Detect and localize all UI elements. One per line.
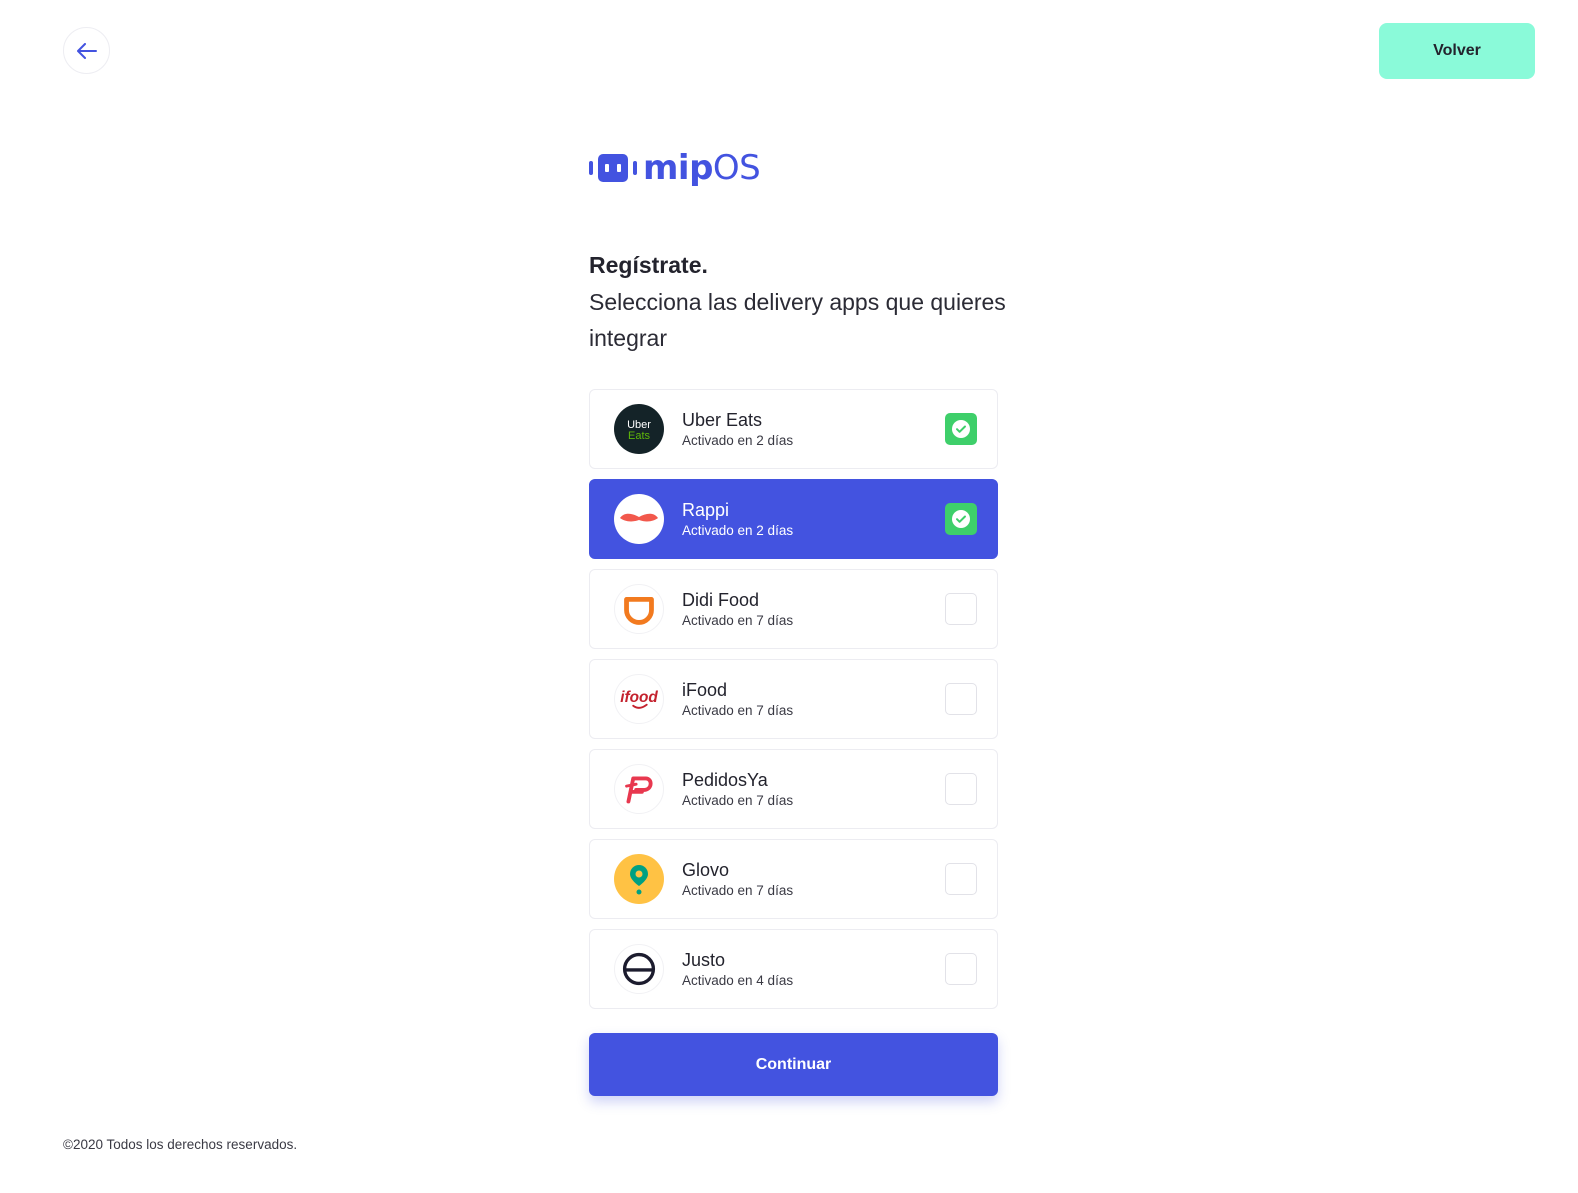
check-circle-icon	[952, 510, 970, 528]
app-card-rappi[interactable]: Rappi Activado en 2 días	[589, 479, 998, 559]
glovo-logo	[614, 854, 664, 904]
app-name: Uber Eats	[682, 409, 763, 430]
app-activation: Activado en 4 días	[682, 972, 794, 988]
app-activation: Activado en 7 días	[682, 702, 794, 718]
checkbox-pedidosya[interactable]	[945, 773, 977, 805]
continue-button[interactable]: Continuar	[589, 1033, 998, 1096]
mipos-logo-icon	[589, 154, 637, 182]
footer-copyright: ©2020 Todos los derechos reservados.	[63, 1137, 298, 1152]
rappi-logo	[614, 494, 664, 544]
app-name: Glovo	[682, 859, 730, 880]
svg-text:ifood: ifood	[620, 689, 658, 706]
check-circle-icon	[952, 420, 970, 438]
checkbox-ifood[interactable]	[945, 683, 977, 715]
app-name: Rappi	[682, 499, 730, 520]
heading: Regístrate. Selecciona las delivery apps…	[589, 250, 1009, 356]
mipos-logo: mipOS	[589, 146, 761, 190]
app-card-didi-food[interactable]: Didi Food Activado en 7 días	[589, 569, 998, 649]
page-title: Regístrate.	[589, 252, 708, 278]
app-activation: Activado en 2 días	[682, 522, 794, 538]
app-activation: Activado en 7 días	[682, 612, 794, 628]
app-card-uber-eats[interactable]: Uber Eats Uber Eats Activado en 2 días	[589, 389, 998, 469]
page-subtitle: Selecciona las delivery apps que quieres…	[589, 289, 1006, 351]
didi-food-logo	[614, 584, 664, 634]
app-card-glovo[interactable]: Glovo Activado en 7 días	[589, 839, 998, 919]
app-card-justo[interactable]: Justo Activado en 4 días	[589, 929, 998, 1009]
checkbox-uber-eats[interactable]	[945, 413, 977, 445]
app-activation: Activado en 7 días	[682, 792, 794, 808]
app-card-pedidosya[interactable]: PedidosYa Activado en 7 días	[589, 749, 998, 829]
back-button[interactable]	[63, 27, 110, 74]
pedidosya-logo	[614, 764, 664, 814]
checkbox-didi-food[interactable]	[945, 593, 977, 625]
app-name: Didi Food	[682, 589, 760, 610]
justo-logo	[614, 944, 664, 994]
app-name: PedidosYa	[682, 769, 768, 790]
checkbox-rappi[interactable]	[945, 503, 977, 535]
app-card-ifood[interactable]: ifood iFood Activado en 7 días	[589, 659, 998, 739]
checkbox-justo[interactable]	[945, 953, 977, 985]
svg-text:Eats: Eats	[628, 430, 651, 442]
app-list: Uber Eats Uber Eats Activado en 2 días R…	[589, 389, 998, 1019]
app-activation: Activado en 2 días	[682, 432, 794, 448]
app-name: iFood	[682, 679, 728, 700]
checkbox-glovo[interactable]	[945, 863, 977, 895]
arrow-left-icon	[76, 42, 97, 59]
app-name: Justo	[682, 949, 726, 970]
ifood-logo: ifood	[614, 674, 664, 724]
logo-text: mipOS	[643, 148, 761, 188]
volver-button[interactable]: Volver	[1379, 23, 1535, 79]
app-activation: Activado en 7 días	[682, 882, 794, 898]
uber-eats-logo: Uber Eats	[614, 404, 664, 454]
